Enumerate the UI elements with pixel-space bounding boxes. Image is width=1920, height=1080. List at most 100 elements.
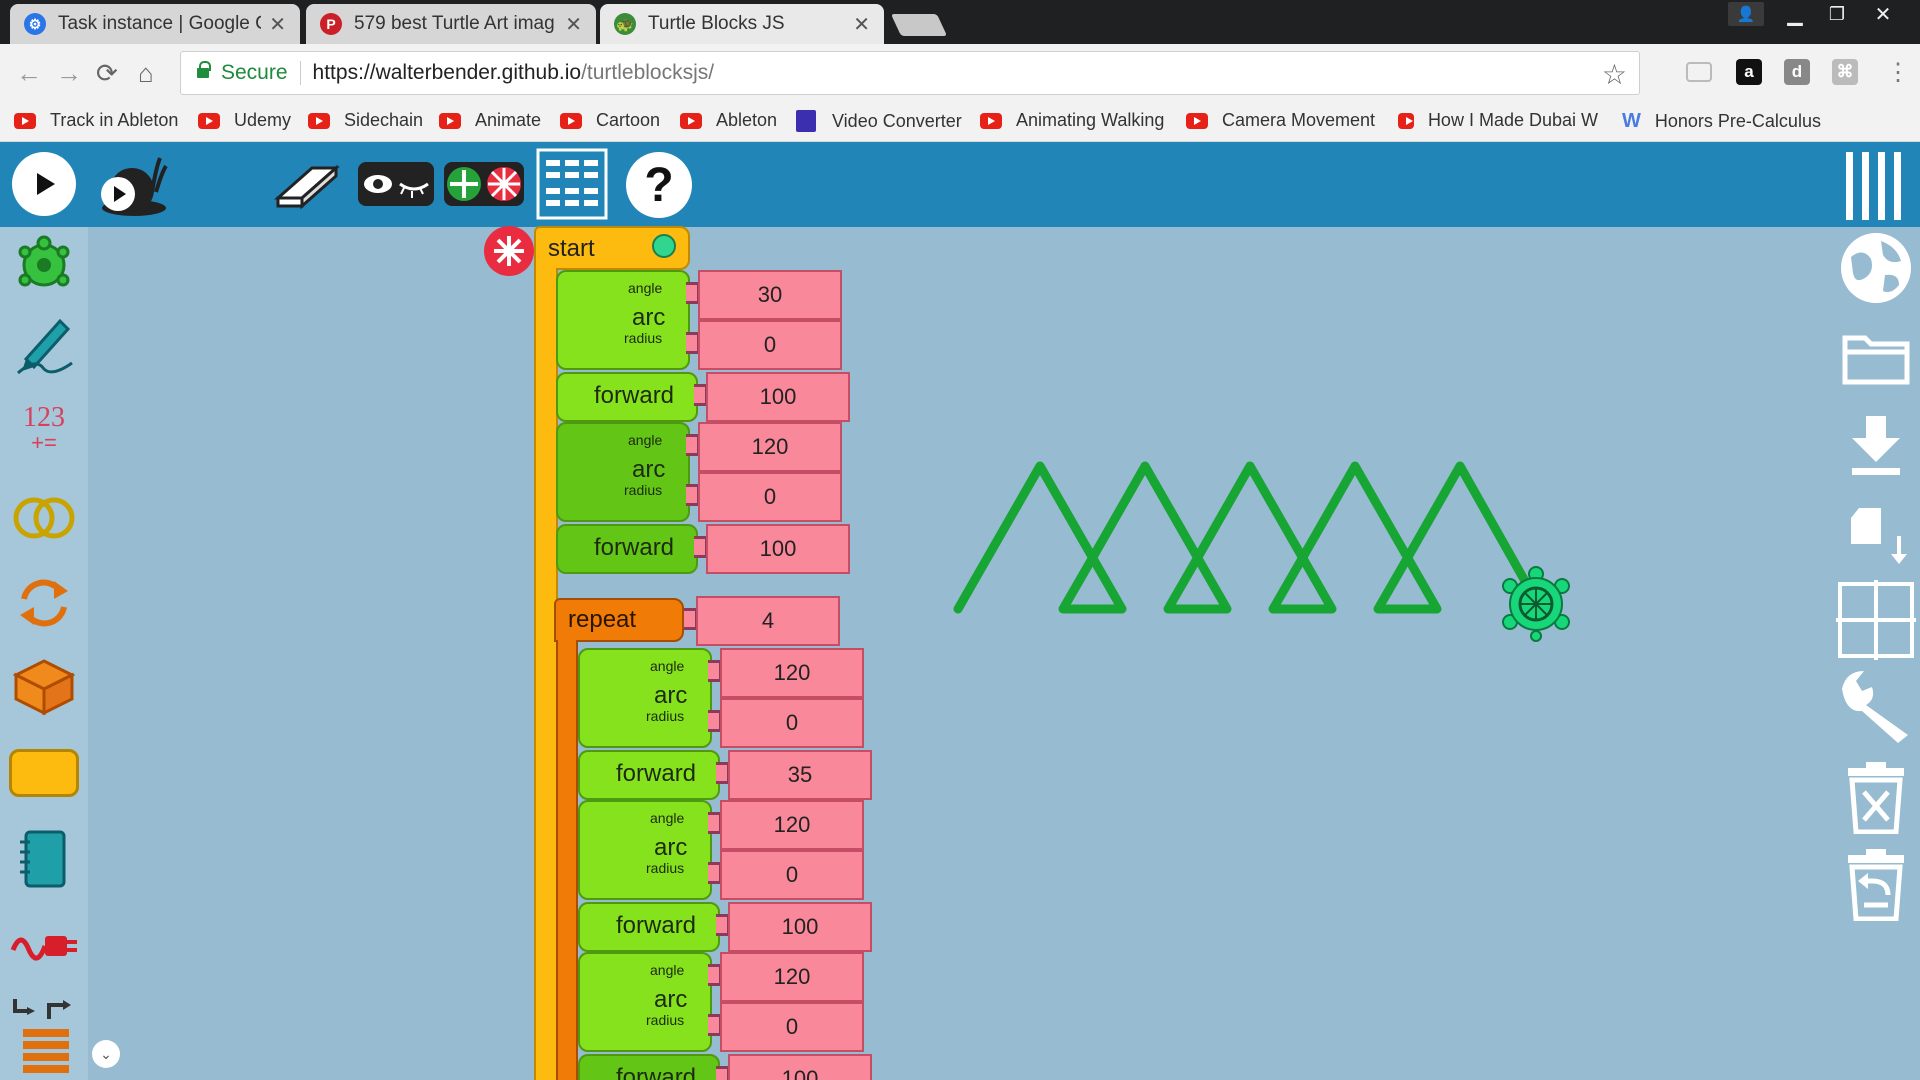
open-file-button[interactable]: [1836, 318, 1916, 398]
turtle-sprite[interactable]: [1496, 564, 1576, 644]
sensors-palette-button[interactable]: [8, 909, 80, 981]
bookmark-item[interactable]: Sidechain: [308, 110, 423, 131]
url-text[interactable]: https://walterbender.github.io/turtleblo…: [313, 61, 715, 85]
profile-icon[interactable]: 👤: [1728, 2, 1764, 26]
flow-palette-button[interactable]: [8, 567, 80, 639]
collapse-expand-button[interactable]: [442, 154, 526, 214]
bookmarks-bar: Track in Ableton Udemy Sidechain Animate…: [0, 104, 1920, 142]
reload-icon[interactable]: ⟳: [96, 58, 118, 89]
tab-turtle-art-images[interactable]: P 579 best Turtle Art imag ✕: [306, 4, 596, 44]
action-palette-button[interactable]: [8, 651, 80, 723]
number-block[interactable]: 100: [728, 902, 872, 952]
arc-label: arc: [654, 986, 688, 1013]
app-toolbar: ?: [0, 142, 1920, 227]
arc-label: arc: [654, 834, 688, 861]
number-block[interactable]: 0: [720, 1002, 864, 1052]
close-tab-icon[interactable]: ✕: [269, 12, 286, 37]
turtle-palette-button[interactable]: [8, 229, 80, 301]
arc-block[interactable]: [556, 422, 690, 522]
start-collapse-button[interactable]: [484, 226, 534, 276]
bookmark-item[interactable]: W Honors Pre-Calculus: [1622, 110, 1821, 133]
run-button[interactable]: [12, 152, 76, 216]
bookmark-label: Sidechain: [344, 110, 424, 130]
help-grid-button[interactable]: [536, 148, 608, 220]
save-button[interactable]: [1836, 405, 1916, 485]
trash-undo-icon: [1848, 849, 1904, 921]
bookmark-item[interactable]: Track in Ableton: [14, 110, 178, 131]
expand-collapse-icon: [444, 162, 524, 206]
boxes-palette-button[interactable]: [8, 737, 80, 809]
amazon-extension-icon[interactable]: a: [1736, 59, 1762, 85]
close-tab-icon[interactable]: ✕: [565, 12, 582, 37]
number-block[interactable]: 100: [706, 524, 850, 574]
forward-label: forward: [616, 1064, 697, 1080]
settings-button[interactable]: [1836, 665, 1916, 745]
number-block[interactable]: 120: [720, 648, 864, 698]
extras-arrows-icon: [13, 999, 71, 1073]
main-menu-button[interactable]: [1840, 150, 1906, 222]
boolean-palette-button[interactable]: [8, 482, 80, 554]
tab-task-instance[interactable]: ⚙ Task instance | Google Cc ✕: [10, 4, 300, 44]
arc-block[interactable]: [578, 800, 712, 900]
address-bar[interactable]: Secure https://walterbender.github.io/tu…: [180, 51, 1640, 95]
arc-block[interactable]: [578, 952, 712, 1052]
d-extension-icon[interactable]: d: [1784, 59, 1810, 85]
cartesian-grid-button[interactable]: [1836, 580, 1916, 660]
menu-icon[interactable]: ⋮: [1886, 58, 1910, 87]
play-icon: [37, 173, 55, 195]
bookmark-item[interactable]: Animating Walking: [980, 110, 1164, 131]
help-button[interactable]: ?: [626, 152, 692, 218]
paste-button[interactable]: [1836, 495, 1916, 575]
boolean-rings-icon: [13, 497, 75, 539]
number-block[interactable]: 120: [720, 800, 864, 850]
clean-button[interactable]: [272, 154, 342, 214]
bookmark-item[interactable]: How I Made Dubai W: [1398, 110, 1598, 131]
home-icon[interactable]: ⌂: [138, 58, 154, 89]
close-tab-icon[interactable]: ✕: [853, 12, 870, 37]
close-window-button[interactable]: ✕: [1858, 0, 1908, 28]
media-palette-button[interactable]: [8, 823, 80, 895]
chevron-down-icon: ⌄: [100, 1045, 112, 1062]
start-block[interactable]: start: [534, 226, 690, 270]
planet-button[interactable]: [1836, 228, 1916, 308]
extras-palette-button[interactable]: [8, 999, 80, 1073]
number-block[interactable]: 30: [698, 270, 842, 320]
clear-button[interactable]: [1836, 758, 1916, 838]
number-block[interactable]: 120: [698, 422, 842, 472]
number-block[interactable]: 35: [728, 750, 872, 800]
bookmark-item[interactable]: Ableton: [680, 110, 777, 131]
forward-icon[interactable]: →: [56, 58, 82, 89]
number-block[interactable]: 100: [728, 1054, 872, 1080]
number-block[interactable]: 0: [698, 320, 842, 370]
number-palette-button[interactable]: 123 +=: [8, 393, 80, 465]
hide-blocks-button[interactable]: [356, 154, 436, 214]
pen-palette-button[interactable]: [8, 309, 80, 381]
browser-tab-strip: ⚙ Task instance | Google Cc ✕ P 579 best…: [0, 0, 1920, 44]
number-block[interactable]: 4: [696, 596, 840, 646]
new-tab-button[interactable]: [890, 14, 948, 36]
number-block[interactable]: 100: [706, 372, 850, 422]
scroll-down-button[interactable]: ⌄: [92, 1040, 120, 1068]
number-block[interactable]: 0: [720, 698, 864, 748]
back-icon[interactable]: ←: [16, 58, 42, 89]
bookmark-item[interactable]: Camera Movement: [1186, 110, 1375, 131]
run-slow-button[interactable]: [94, 148, 170, 220]
number-block[interactable]: 120: [720, 952, 864, 1002]
weebly-icon: W: [1622, 110, 1641, 132]
arc-block[interactable]: [578, 648, 712, 748]
bookmark-item[interactable]: Animate: [439, 110, 541, 131]
bookmark-item[interactable]: Video Converter: [796, 110, 962, 132]
number-block[interactable]: 0: [720, 850, 864, 900]
minimize-button[interactable]: ▁: [1774, 0, 1816, 28]
arc-block[interactable]: [556, 270, 690, 370]
restore-button[interactable]: ❐: [1816, 0, 1858, 28]
cast-icon[interactable]: [1686, 62, 1712, 82]
extension-icon[interactable]: ⌘: [1832, 59, 1858, 85]
bookmark-item[interactable]: Cartoon: [560, 110, 660, 131]
tab-title: Turtle Blocks JS: [648, 13, 785, 34]
number-block[interactable]: 0: [698, 472, 842, 522]
tab-turtle-blocks[interactable]: 🐢 Turtle Blocks JS ✕: [600, 4, 884, 44]
bookmark-star-icon[interactable]: ☆: [1602, 58, 1627, 91]
restore-trash-button[interactable]: [1836, 845, 1916, 925]
bookmark-item[interactable]: Udemy: [198, 110, 291, 131]
